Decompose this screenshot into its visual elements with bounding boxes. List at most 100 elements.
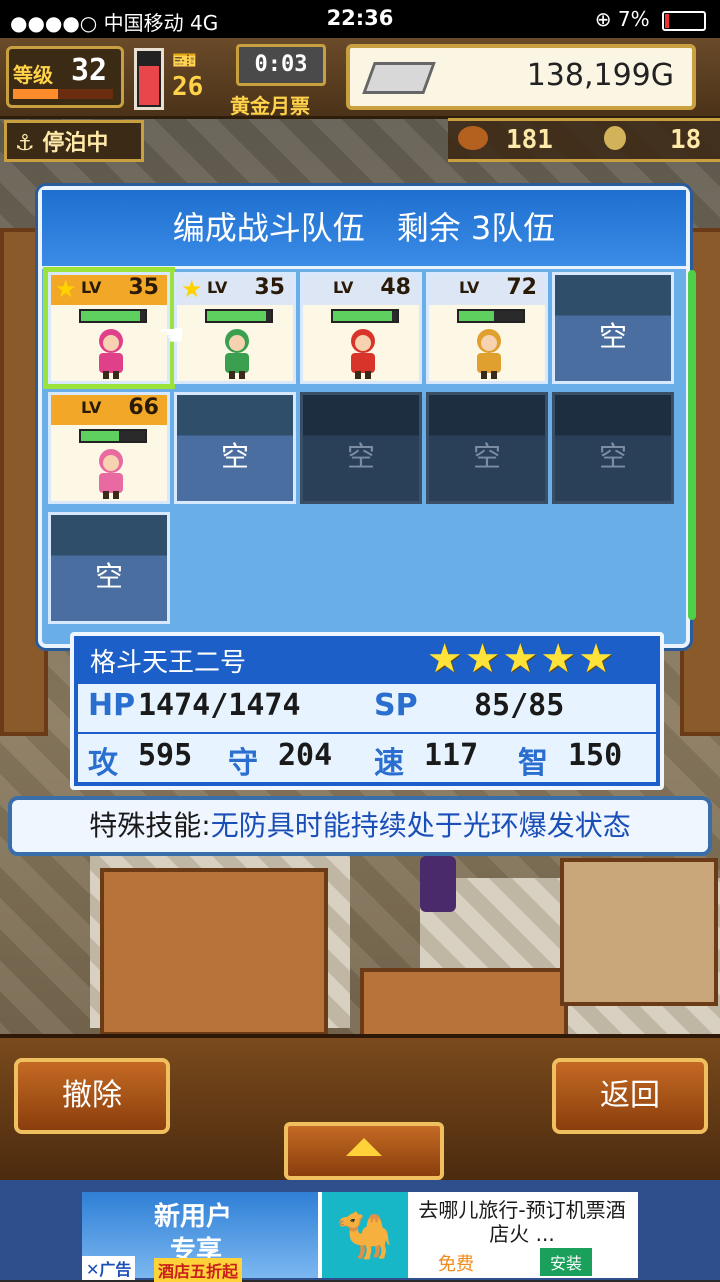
slot-level: 35	[254, 275, 285, 300]
remove-button[interactable]: 撤除	[14, 1058, 170, 1134]
slot-empty-label: 空	[220, 440, 249, 473]
ad-close-label[interactable]: ✕广告	[82, 1256, 136, 1280]
pointer-hand-icon: ☚	[158, 318, 185, 353]
special-skill: 特殊技能:无防具时能持续处于光环爆发状态	[8, 796, 712, 856]
camel-logo-icon: 🐪	[322, 1192, 408, 1278]
battery-label: 7%	[617, 7, 650, 31]
ad-promo-image[interactable]: 新用户 专享 酒店五折起 ✕广告	[82, 1192, 318, 1282]
timer: 0:03	[236, 44, 326, 86]
slot-empty-label: 空	[598, 440, 627, 473]
level-value: 32	[71, 53, 108, 88]
bottom-bar: 撤除 返回	[0, 1034, 720, 1184]
sp-label: SP	[374, 688, 418, 723]
party-slot-unit[interactable]: LV 66	[48, 392, 170, 504]
slot-empty-label: 空	[472, 440, 501, 473]
resource-a-value: 181	[506, 125, 553, 155]
atk-value: 595	[138, 738, 193, 773]
slot-lv-label: LV	[81, 278, 102, 297]
party-slot-empty[interactable]: 空	[48, 512, 170, 624]
slot-level: 66	[128, 395, 159, 420]
unit-sprite	[463, 325, 515, 379]
def-label: 守	[228, 746, 258, 781]
back-button[interactable]: 返回	[552, 1058, 708, 1134]
unit-sprite	[337, 325, 389, 379]
rarity-stars: ★★★★★	[426, 636, 616, 682]
scene-character[interactable]	[420, 856, 456, 912]
atk-label: 攻	[88, 746, 118, 781]
stat-row-hp-sp: HP 1474/1474 SP 85/85	[78, 684, 656, 732]
food-icon	[458, 126, 488, 150]
gold-ticket-label: 黄金月票	[230, 94, 310, 118]
int-value: 150	[568, 738, 623, 773]
unit-sprite	[85, 325, 137, 379]
stamina-gauge	[134, 48, 164, 110]
level-label: 等级	[13, 63, 53, 87]
scene-room	[100, 868, 328, 1036]
gold-box[interactable]: 138,199G	[346, 44, 696, 110]
arrow-up-icon	[346, 1138, 382, 1156]
slot-hp-bar	[79, 429, 147, 443]
party-slot-empty[interactable]: 空	[552, 272, 674, 384]
slot-empty-label: 空	[598, 320, 627, 353]
party-slot-locked[interactable]: 空	[426, 392, 548, 504]
slot-empty-label: 空	[94, 560, 123, 593]
ticket-icon: 🎫	[172, 48, 197, 72]
level-box: 等级 32	[6, 46, 124, 108]
party-panel: 编成战斗队伍 剩余 3队伍 ★ LV 35 ★ LV 35 LV 48 LV 72 空 LV 66 空空空…	[38, 186, 696, 648]
ad-content[interactable]: 新用户 专享 酒店五折起 ✕广告 🐪 去哪儿旅行-预订机票酒店火 ... 免费 …	[82, 1192, 638, 1282]
anchor-icon: ⚓	[15, 131, 35, 156]
gold-value: 138,199G	[526, 58, 674, 93]
top-hud: 等级 32 🎫 26 黄金月票 0:03 138,199G	[0, 38, 720, 119]
slot-lv-label: LV	[81, 398, 102, 417]
ad-promo-line1: 新用户	[154, 1202, 233, 1232]
lock-rotation-icon: ⊕	[594, 7, 612, 31]
ad-banner[interactable]: 新用户 专享 酒店五折起 ✕广告 🐪 去哪儿旅行-预订机票酒店火 ... 免费 …	[0, 1180, 720, 1282]
expand-button[interactable]	[284, 1122, 444, 1180]
gold-ticket-count: 26	[172, 72, 204, 102]
party-slot-unit[interactable]: ★ LV 35	[48, 272, 170, 384]
coin-icon	[604, 126, 626, 150]
party-slot-unit[interactable]: LV 72	[426, 272, 548, 384]
spd-value: 117	[424, 738, 479, 773]
docked-status[interactable]: ⚓ 停泊中	[4, 120, 144, 162]
def-value: 204	[278, 738, 333, 773]
stat-row-attr: 攻 595 守 204 速 117 智 150	[78, 734, 656, 782]
slot-hp-bar	[457, 309, 525, 323]
sp-value: 85/85	[474, 688, 565, 723]
slot-lv-label: LV	[207, 278, 228, 297]
slot-lv-label: LV	[459, 278, 480, 297]
scene-room	[560, 858, 718, 1006]
party-slot-unit[interactable]: ★ LV 35	[174, 272, 296, 384]
slot-hp-bar	[331, 309, 399, 323]
hp-label: HP	[88, 688, 136, 723]
star-icon: ★	[55, 275, 77, 303]
ad-install-button[interactable]: 安装	[540, 1248, 593, 1276]
unit-sprite	[211, 325, 263, 379]
party-slot-empty[interactable]: 空	[174, 392, 296, 504]
ad-promo-line3: 酒店五折起	[154, 1258, 243, 1282]
slot-level: 72	[506, 275, 537, 300]
party-slot-unit[interactable]: LV 48	[300, 272, 422, 384]
resource-b-value: 18	[670, 125, 702, 155]
panel-title: 编成战斗队伍 剩余 3队伍	[42, 190, 686, 269]
status-bar: ●●●●○ 中国移动 4G 22:36 ⊕ 7%	[0, 0, 720, 38]
slot-empty-label: 空	[346, 440, 375, 473]
party-slot-locked[interactable]: 空	[552, 392, 674, 504]
slot-level: 35	[128, 275, 159, 300]
hp-value: 1474/1474	[138, 688, 301, 723]
docked-label: 停泊中	[42, 131, 109, 156]
battery-icon	[662, 10, 706, 31]
gold-bar-icon	[362, 62, 436, 94]
int-label: 智	[518, 746, 548, 781]
unit-info: 格斗天王二号 ★★★★★ HP 1474/1474 SP 85/85 攻 595…	[70, 632, 664, 790]
spd-label: 速	[374, 746, 404, 781]
slot-hp-bar	[205, 309, 273, 323]
ad-title: 去哪儿旅行-预订机票酒店火 ...	[418, 1198, 626, 1246]
unit-sprite	[85, 445, 137, 499]
ad-free-label: 免费	[438, 1254, 474, 1275]
party-slot-locked[interactable]: 空	[300, 392, 422, 504]
skill-value: 无防具时能持续处于光环爆发状态	[210, 809, 631, 842]
scrollbar[interactable]	[688, 270, 696, 620]
exp-bar	[13, 89, 113, 99]
battery-indicator: ⊕ 7%	[595, 7, 706, 31]
